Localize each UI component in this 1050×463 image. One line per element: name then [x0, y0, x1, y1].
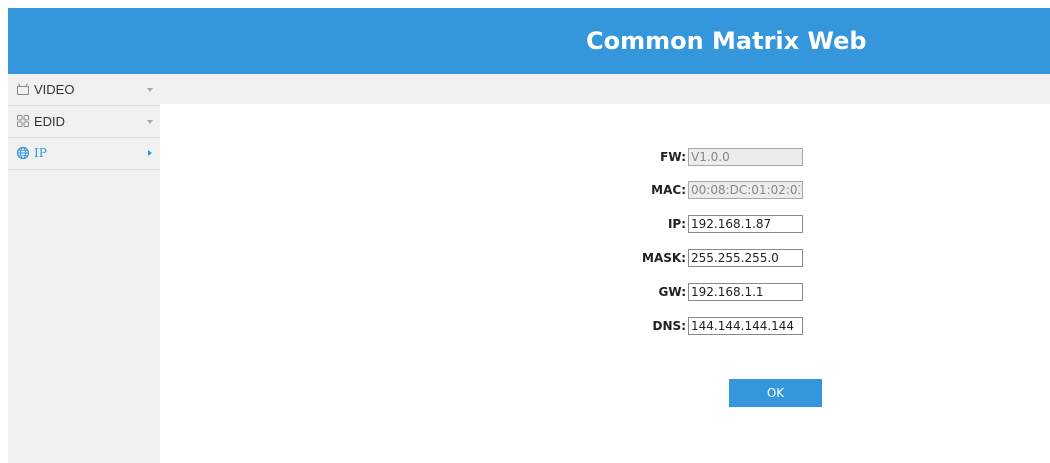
fw-field	[688, 148, 803, 166]
ip-field[interactable]	[688, 215, 803, 233]
video-icon	[15, 81, 31, 97]
sidebar: VIDEO EDID IP	[8, 74, 160, 463]
gw-field[interactable]	[688, 283, 803, 301]
mask-row: MASK:	[0, 249, 686, 267]
mask-label: MASK:	[642, 251, 686, 265]
sidebar-item-edid[interactable]: EDID	[8, 106, 160, 138]
header-bar: Common Matrix Web	[8, 8, 1050, 74]
sidebar-item-label: EDID	[34, 114, 66, 129]
dns-row: DNS:	[0, 317, 686, 335]
dns-label: DNS:	[652, 319, 686, 333]
app-title: Common Matrix Web	[586, 27, 867, 55]
ok-button[interactable]: OK	[729, 379, 822, 407]
sidebar-item-video[interactable]: VIDEO	[8, 74, 160, 106]
sidebar-item-label: VIDEO	[34, 82, 75, 97]
grid-icon	[15, 113, 31, 129]
fw-label: FW:	[660, 150, 686, 164]
dns-field[interactable]	[688, 317, 803, 335]
ip-row: IP:	[0, 215, 686, 233]
mac-row: MAC:	[0, 181, 686, 199]
content-toolbar	[160, 74, 1050, 104]
mask-field[interactable]	[688, 249, 803, 267]
chevron-down-icon	[147, 120, 153, 124]
gw-row: GW:	[0, 283, 686, 301]
fw-row: FW:	[0, 148, 686, 166]
gw-label: GW:	[658, 285, 686, 299]
ip-label: IP:	[667, 217, 686, 231]
chevron-down-icon	[147, 88, 153, 92]
mac-label: MAC:	[651, 183, 686, 197]
mac-field	[688, 181, 803, 199]
